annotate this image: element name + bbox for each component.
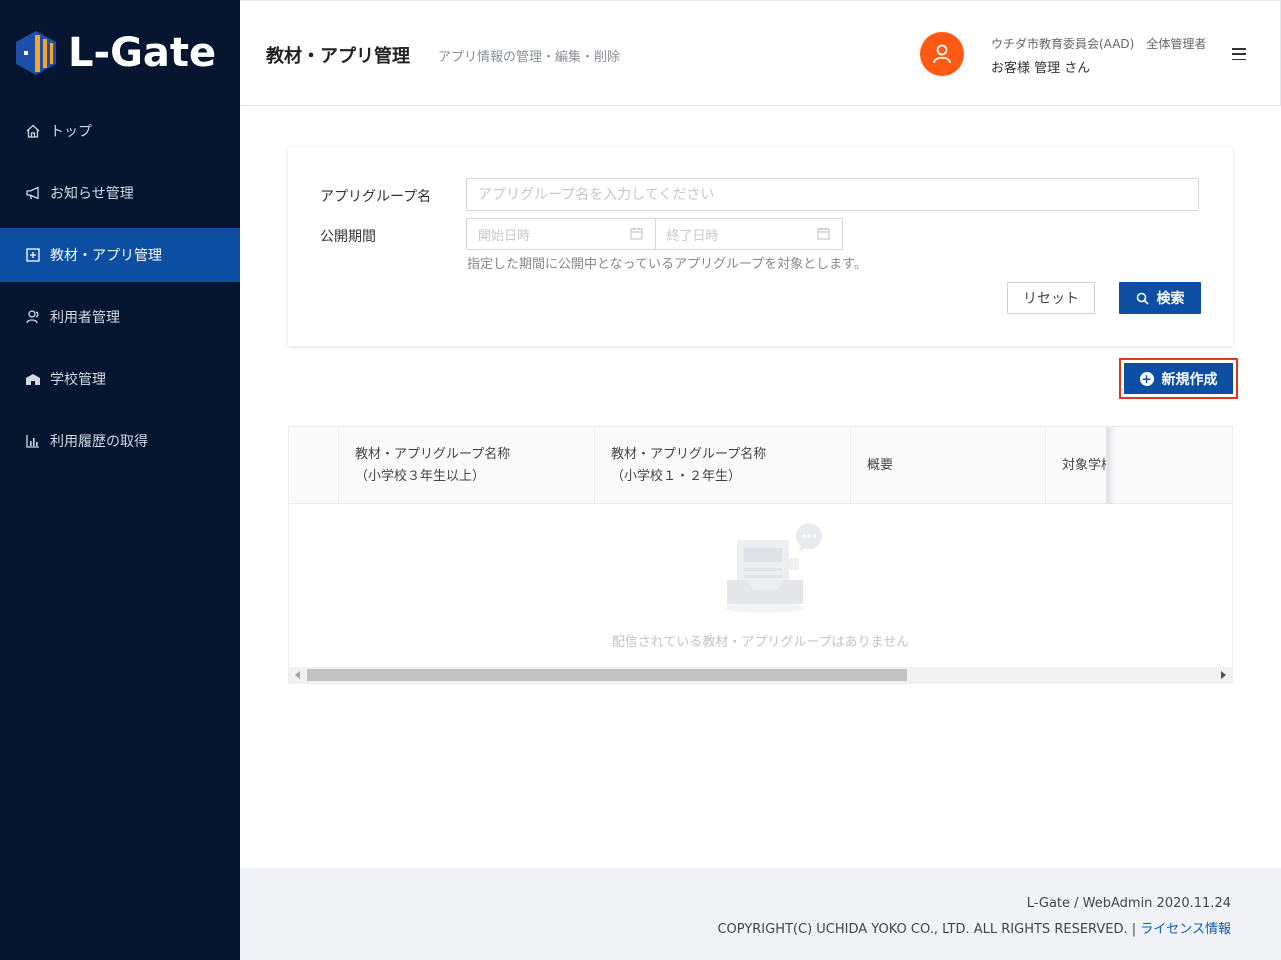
empty-inbox-icon: [725, 523, 822, 613]
sidebar-item-label: お知らせ管理: [50, 186, 134, 202]
scroll-thumb[interactable]: [307, 669, 907, 681]
sidebar-item-materials[interactable]: 教材・アプリ管理: [0, 228, 240, 282]
column-header-name-lower: 教材・アプリグループ名称 （小学校１・２年生）: [595, 427, 851, 504]
sidebar-item-label: 教材・アプリ管理: [50, 248, 162, 264]
footer-copyright: COPYRIGHT(C) UCHIDA YOKO CO., LTD. ALL R…: [717, 918, 1231, 937]
start-date-field[interactable]: 開始日時: [467, 219, 655, 249]
sidebar: L-Gate トップ お知らせ管理 教材・アプリ管理 利用者管理 学校管理 利用…: [0, 0, 240, 960]
plus-circle-icon: +: [1139, 371, 1154, 386]
users-icon: [24, 308, 42, 326]
user-icon: [933, 44, 951, 64]
user-organization: ウチダ市教育委員会(AAD) 全体管理者: [991, 37, 1207, 51]
hamburger-menu-icon[interactable]: [1230, 45, 1248, 63]
fixed-column-shadow: [1110, 427, 1116, 504]
sidebar-item-top[interactable]: トップ: [0, 104, 240, 158]
page-title: 教材・アプリ管理: [266, 46, 410, 67]
footer: L-Gate / WebAdmin 2020.11.24 COPYRIGHT(C…: [240, 868, 1281, 960]
license-link[interactable]: ライセンス情報: [1140, 922, 1231, 937]
start-date-placeholder: 開始日時: [478, 228, 531, 244]
megaphone-icon: [24, 184, 42, 202]
column-header-target-schools: 対象学校: [1046, 427, 1106, 504]
column-header-line: 教材・アプリグループ名称: [611, 446, 767, 462]
copyright-text: COPYRIGHT(C) UCHIDA YOKO CO., LTD. ALL R…: [717, 922, 1141, 937]
new-button-highlight: + 新規作成: [1119, 358, 1238, 399]
period-label: 公開期間: [320, 229, 376, 245]
group-name-input[interactable]: [466, 178, 1199, 211]
sidebar-item-schools[interactable]: 学校管理: [0, 352, 240, 406]
gate-logo-icon: [16, 31, 56, 75]
plus-square-icon: [24, 246, 42, 264]
bar-chart-icon: [24, 432, 42, 450]
user-name: お客様 管理 さん: [991, 61, 1091, 76]
end-date-placeholder: 終了日時: [666, 228, 719, 244]
calendar-icon: [630, 227, 642, 240]
sidebar-nav: トップ お知らせ管理 教材・アプリ管理 利用者管理 学校管理 利用履歴の取得: [0, 104, 240, 476]
materials-table: 教材・アプリグループ名称 （小学校３年生以上） 教材・アプリグループ名称 （小学…: [288, 426, 1233, 684]
date-range-picker[interactable]: 開始日時 終了日時: [466, 218, 843, 250]
empty-state-text: 配信されている教材・アプリグループはありません: [611, 635, 910, 650]
avatar[interactable]: [920, 32, 964, 76]
reset-button-label: リセット: [1023, 291, 1079, 307]
new-create-label: 新規作成: [1161, 371, 1218, 388]
sidebar-item-label: 利用者管理: [50, 310, 120, 326]
sidebar-item-users[interactable]: 利用者管理: [0, 290, 240, 344]
search-panel: アプリグループ名 公開期間 開始日時 終了日時 指定した期間に公開中となっている…: [288, 147, 1233, 346]
horizontal-scrollbar[interactable]: [289, 667, 1232, 683]
reset-button[interactable]: リセット: [1007, 282, 1095, 314]
search-icon: [1136, 292, 1149, 305]
new-create-button[interactable]: + 新規作成: [1124, 363, 1233, 394]
search-button[interactable]: 検索: [1119, 282, 1201, 314]
page-header: 教材・アプリ管理 アプリ情報の管理・編集・削除 ウチダ市教育委員会(AAD) 全…: [240, 0, 1281, 106]
period-hint: 指定した期間に公開中となっているアプリグループを対象とします。: [467, 257, 867, 272]
column-header-summary: 概要: [851, 427, 1046, 504]
column-header-line: 対象学校: [1062, 457, 1106, 473]
calendar-icon: [817, 227, 830, 240]
home-icon: [24, 122, 42, 140]
footer-version: L-Gate / WebAdmin 2020.11.24: [1026, 896, 1231, 911]
sidebar-item-label: トップ: [50, 124, 92, 140]
sidebar-item-usage-history[interactable]: 利用履歴の取得: [0, 414, 240, 468]
scroll-right-arrow-icon[interactable]: [1221, 671, 1226, 679]
school-icon: [24, 370, 42, 388]
column-header-line: （小学校３年生以上）: [355, 468, 486, 484]
column-header-line: 教材・アプリグループ名称: [355, 446, 511, 462]
column-header-line: （小学校１・２年生）: [611, 468, 742, 484]
search-button-label: 検索: [1156, 291, 1185, 307]
sidebar-item-label: 学校管理: [50, 372, 106, 388]
column-header-line: 概要: [867, 457, 894, 473]
page-subtitle: アプリ情報の管理・編集・削除: [438, 50, 621, 65]
sidebar-item-notices[interactable]: お知らせ管理: [0, 166, 240, 220]
column-header-name-upper: 教材・アプリグループ名称 （小学校３年生以上）: [339, 427, 595, 504]
end-date-field[interactable]: 終了日時: [654, 219, 843, 249]
l-gate-logo[interactable]: L-Gate: [14, 26, 229, 80]
empty-state: 配信されている教材・アプリグループはありません: [289, 505, 1232, 667]
group-name-label: アプリグループ名: [320, 189, 432, 205]
sidebar-item-label: 利用履歴の取得: [50, 434, 148, 450]
logo-text: L-Gate: [68, 30, 217, 76]
scroll-left-arrow-icon[interactable]: [295, 671, 300, 679]
column-header-select: [289, 427, 339, 504]
table-header: 教材・アプリグループ名称 （小学校３年生以上） 教材・アプリグループ名称 （小学…: [289, 427, 1232, 504]
